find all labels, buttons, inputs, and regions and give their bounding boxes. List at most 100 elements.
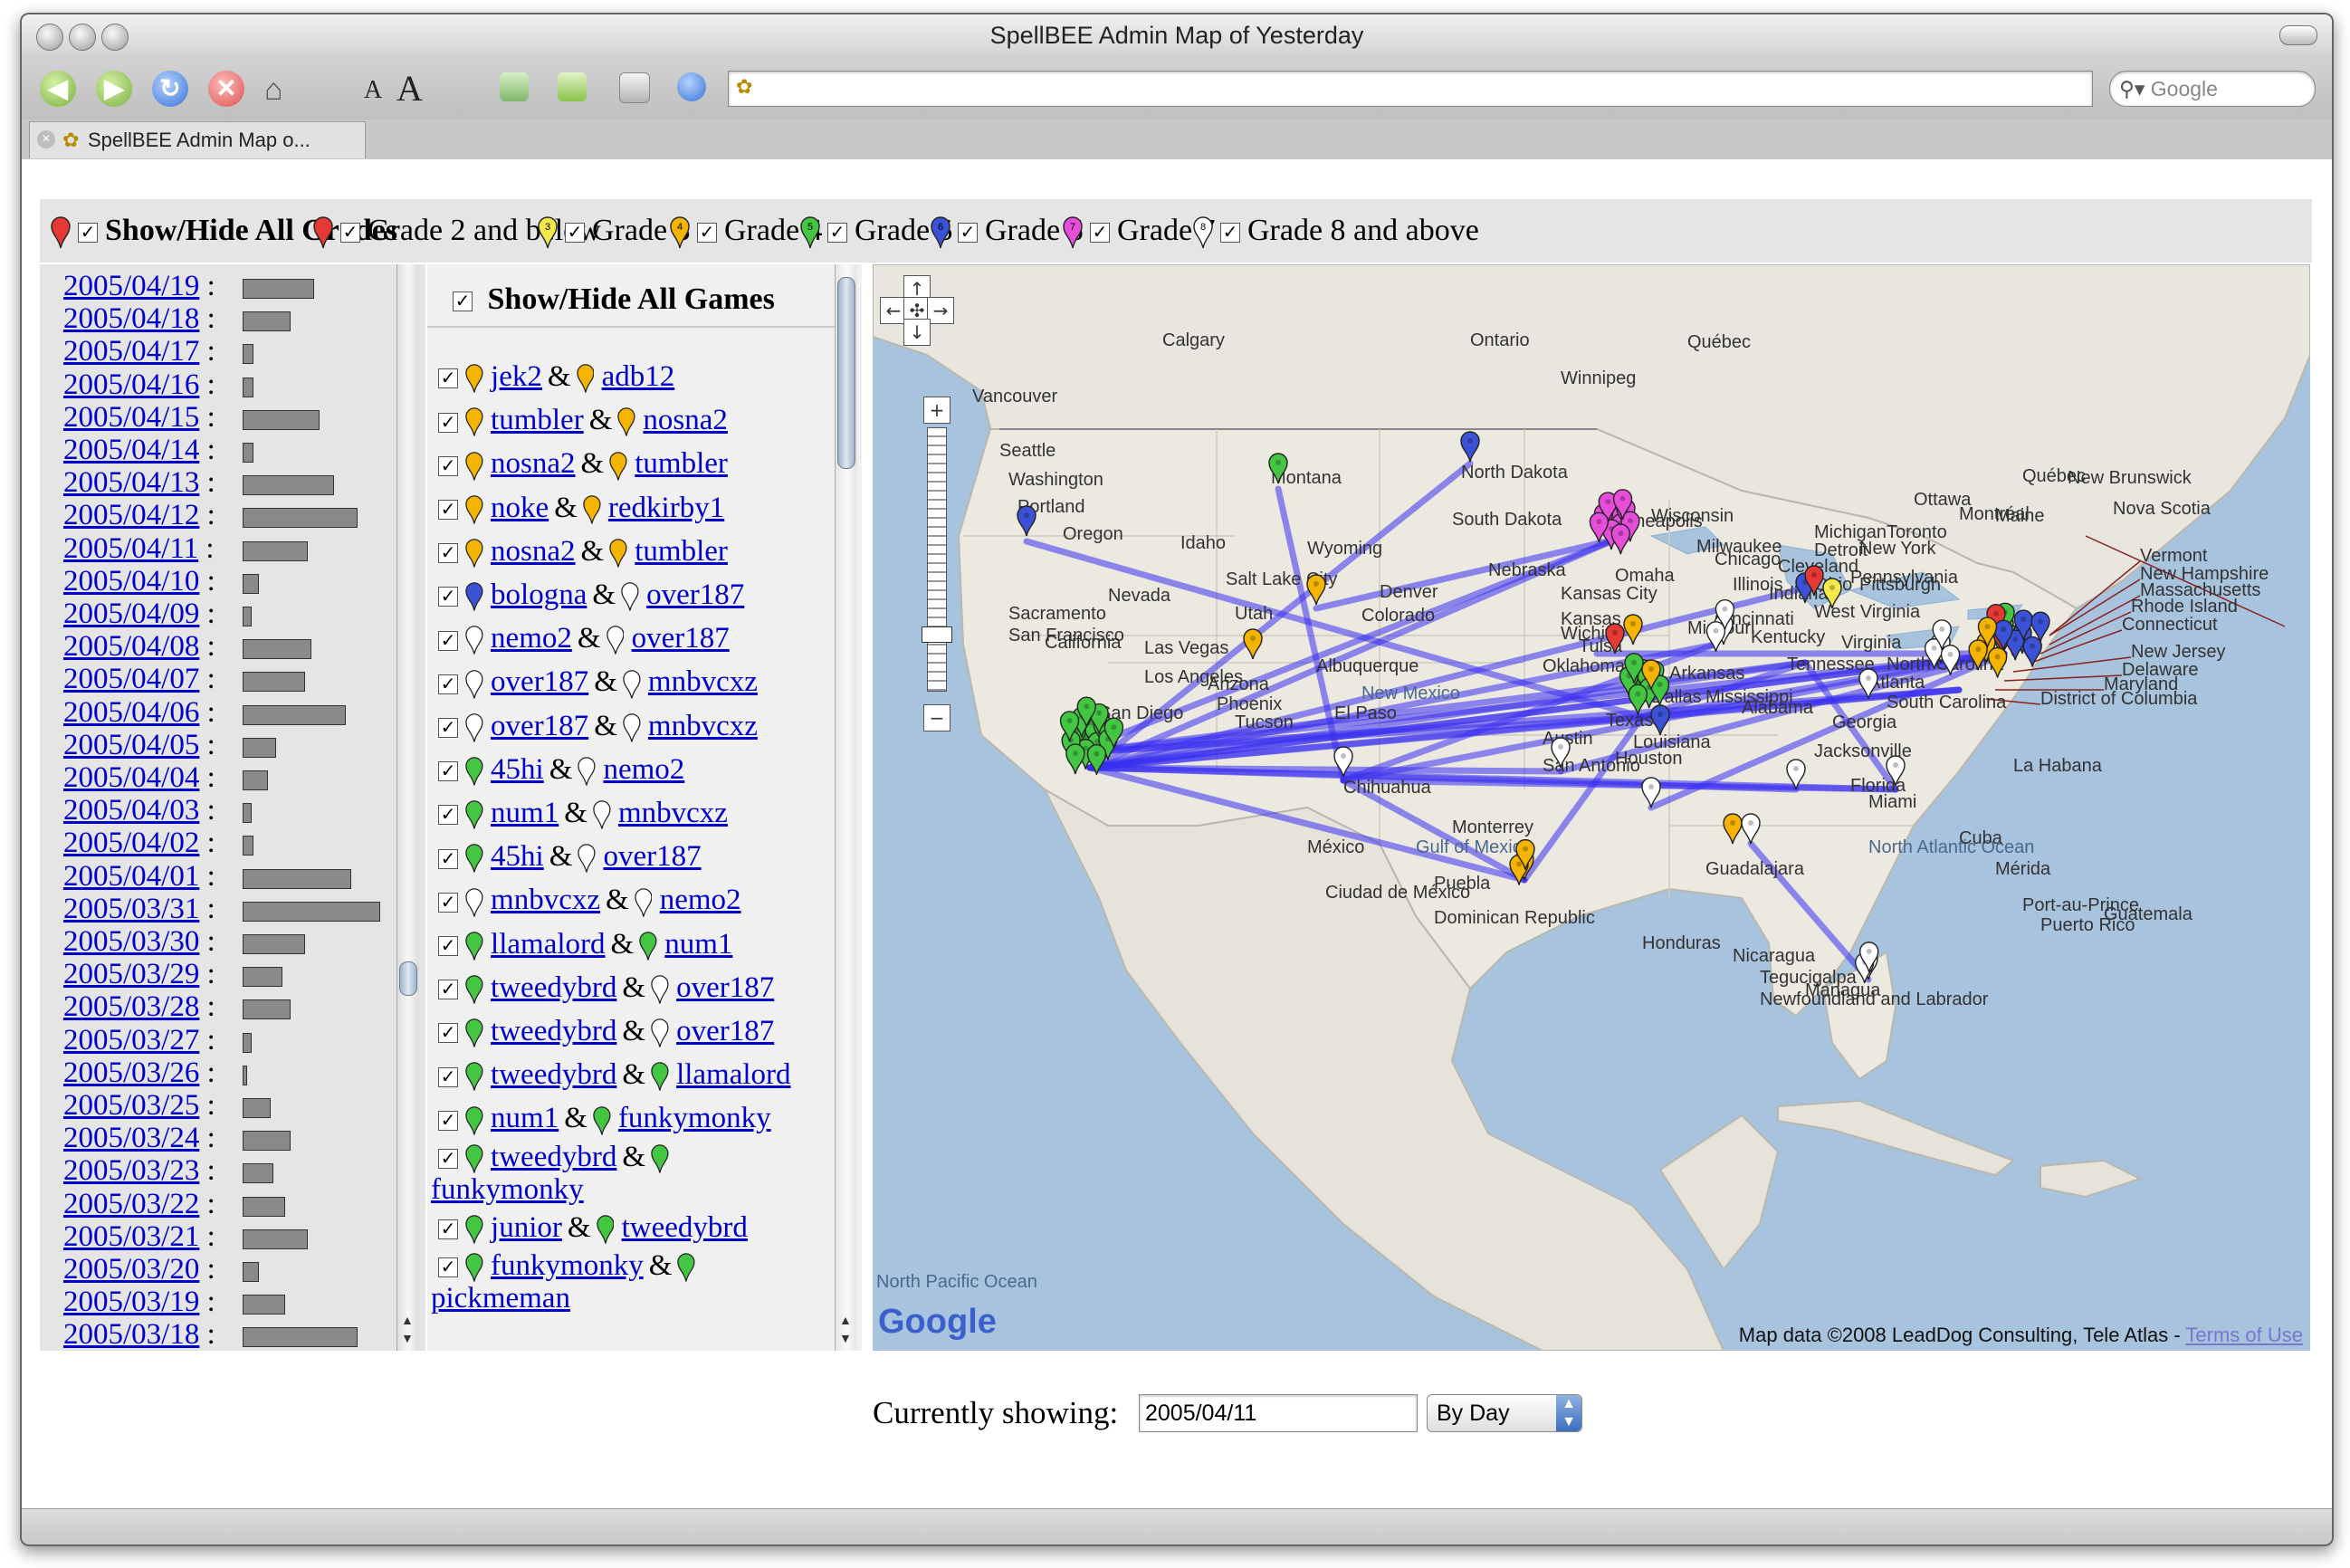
address-bar[interactable]: ✿ <box>728 71 2093 107</box>
player-link[interactable]: over187 <box>632 622 730 655</box>
game-checkbox[interactable]: ✓ <box>438 1219 458 1240</box>
date-link[interactable]: 2005/03/24 <box>63 1122 199 1154</box>
date-link[interactable]: 2005/04/01 <box>63 860 199 893</box>
game-checkbox[interactable]: ✓ <box>438 1257 458 1278</box>
text-larger-button[interactable]: A <box>396 67 423 110</box>
date-link[interactable]: 2005/03/26 <box>63 1056 199 1089</box>
lock-icon[interactable] <box>677 72 706 101</box>
date-link[interactable]: 2005/04/09 <box>63 598 199 630</box>
player-link[interactable]: over187 <box>646 578 744 611</box>
reload-button[interactable]: ↻ <box>152 71 188 107</box>
player-link[interactable]: llamalord <box>491 928 605 961</box>
grade-checkbox[interactable]: ✓ <box>697 223 717 244</box>
scroll-up-arrow-icon[interactable]: ▲ <box>401 1315 414 1329</box>
date-link[interactable]: 2005/03/22 <box>63 1188 199 1220</box>
scroll-down-arrow-icon[interactable]: ▼ <box>401 1333 414 1347</box>
home-icon[interactable]: ⌂ <box>264 72 283 108</box>
current-date-input[interactable]: 2005/04/11 <box>1139 1394 1418 1432</box>
back-button[interactable]: ◀ <box>40 71 76 107</box>
player-link[interactable]: tumbler <box>635 447 728 480</box>
pan-down-icon[interactable]: ↓ <box>903 319 931 346</box>
date-link[interactable]: 2005/04/08 <box>63 630 199 663</box>
tab-close-icon[interactable]: × <box>37 130 55 148</box>
bookmarks-icon[interactable] <box>619 72 650 103</box>
grade-checkbox[interactable]: ✓ <box>565 223 585 244</box>
date-link[interactable]: 2005/03/21 <box>63 1220 199 1253</box>
game-checkbox[interactable]: ✓ <box>438 892 458 913</box>
pan-right-icon[interactable]: → <box>927 297 954 324</box>
player-link[interactable]: 45hi <box>491 753 544 786</box>
granularity-select[interactable]: By Day ▲ ▼ <box>1427 1394 1582 1432</box>
player-link[interactable]: pickmeman <box>431 1282 570 1315</box>
player-link[interactable]: tweedybrd <box>491 1141 616 1173</box>
player-link[interactable]: nosna2 <box>491 535 576 568</box>
date-link[interactable]: 2005/04/16 <box>63 368 199 401</box>
game-checkbox[interactable]: ✓ <box>438 368 458 389</box>
zoom-in-icon[interactable]: + <box>923 397 951 424</box>
date-link[interactable]: 2005/04/07 <box>63 663 199 695</box>
player-link[interactable]: tumbler <box>635 535 728 568</box>
date-link[interactable]: 2005/03/25 <box>63 1089 199 1122</box>
player-link[interactable]: mnbvcxz <box>648 665 758 698</box>
zoom-window-button[interactable] <box>101 24 129 51</box>
date-link[interactable]: 2005/04/05 <box>63 729 199 761</box>
zoom-out-icon[interactable]: − <box>923 704 951 731</box>
date-link[interactable]: 2005/03/23 <box>63 1154 199 1187</box>
toolbar-toggle-button[interactable] <box>2279 25 2317 45</box>
game-checkbox[interactable]: ✓ <box>438 1110 458 1131</box>
player-link[interactable]: nemo2 <box>491 622 572 655</box>
player-link[interactable]: nemo2 <box>660 884 741 916</box>
grade-checkbox[interactable]: ✓ <box>958 223 978 244</box>
player-link[interactable]: tweedybrd <box>622 1211 748 1244</box>
date-scroll-thumb[interactable] <box>399 961 417 996</box>
player-link[interactable]: tumbler <box>491 404 584 436</box>
date-link[interactable]: 2005/03/30 <box>63 925 199 958</box>
scroll-down-arrow-icon[interactable]: ▼ <box>839 1333 852 1347</box>
game-checkbox[interactable]: ✓ <box>438 630 458 651</box>
player-link[interactable]: funkymonky <box>491 1249 644 1282</box>
date-link[interactable]: 2005/04/14 <box>63 434 199 466</box>
player-link[interactable]: llamalord <box>676 1058 790 1091</box>
grade-toggle[interactable]: 3 ✓ Grade 3 <box>538 208 691 253</box>
player-link[interactable]: mnbvcxz <box>648 710 758 742</box>
stop-button[interactable]: ✕ <box>208 71 244 107</box>
games-header[interactable]: ✓ Show/Hide All Games <box>445 282 775 317</box>
game-checkbox[interactable]: ✓ <box>438 1023 458 1044</box>
search-field[interactable]: ⚲▾ Google <box>2109 71 2316 107</box>
date-list-scrollbar[interactable]: ▲ ▼ <box>396 264 419 1351</box>
games-scrollbar[interactable]: ▲ ▼ <box>835 264 857 1351</box>
grade-checkbox[interactable]: ✓ <box>78 223 98 244</box>
tab-spellbee[interactable]: × ✿ SpellBEE Admin Map o... <box>29 121 366 158</box>
date-link[interactable]: 2005/03/28 <box>63 990 199 1023</box>
player-link[interactable]: over187 <box>491 665 588 698</box>
date-link[interactable]: 2005/03/29 <box>63 958 199 990</box>
game-checkbox[interactable]: ✓ <box>438 1149 458 1170</box>
player-link[interactable]: over187 <box>491 710 588 742</box>
date-link[interactable]: 2005/04/04 <box>63 761 199 794</box>
date-link[interactable]: 2005/03/27 <box>63 1024 199 1056</box>
date-link[interactable]: 2005/04/18 <box>63 302 199 335</box>
date-link[interactable]: 2005/04/13 <box>63 466 199 499</box>
player-link[interactable]: adb12 <box>602 360 675 393</box>
player-link[interactable]: tweedybrd <box>491 971 616 1004</box>
player-link[interactable]: over187 <box>676 1015 774 1047</box>
player-link[interactable]: num1 <box>664 928 732 961</box>
date-link[interactable]: 2005/04/12 <box>63 499 199 531</box>
grade-checkbox[interactable]: ✓ <box>827 223 847 244</box>
game-checkbox[interactable]: ✓ <box>438 455 458 476</box>
game-checkbox[interactable]: ✓ <box>438 543 458 564</box>
player-link[interactable]: noke <box>491 492 549 524</box>
terms-of-use-link[interactable]: Terms of Use <box>2185 1324 2303 1346</box>
date-link[interactable]: 2005/03/31 <box>63 893 199 925</box>
grade-checkbox[interactable]: ✓ <box>1090 223 1110 244</box>
game-checkbox[interactable]: ✓ <box>438 980 458 1000</box>
snapback-icon[interactable] <box>558 72 587 101</box>
player-link[interactable]: jek2 <box>491 360 542 393</box>
zoom-slider-handle[interactable] <box>922 626 952 643</box>
grade-toggle[interactable]: 8 ✓ Grade 8 and above <box>1193 208 1479 253</box>
date-link[interactable]: 2005/04/02 <box>63 827 199 859</box>
game-checkbox[interactable]: ✓ <box>438 936 458 957</box>
player-link[interactable]: nemo2 <box>603 753 684 786</box>
game-checkbox[interactable]: ✓ <box>438 761 458 782</box>
player-link[interactable]: nosna2 <box>643 404 728 436</box>
